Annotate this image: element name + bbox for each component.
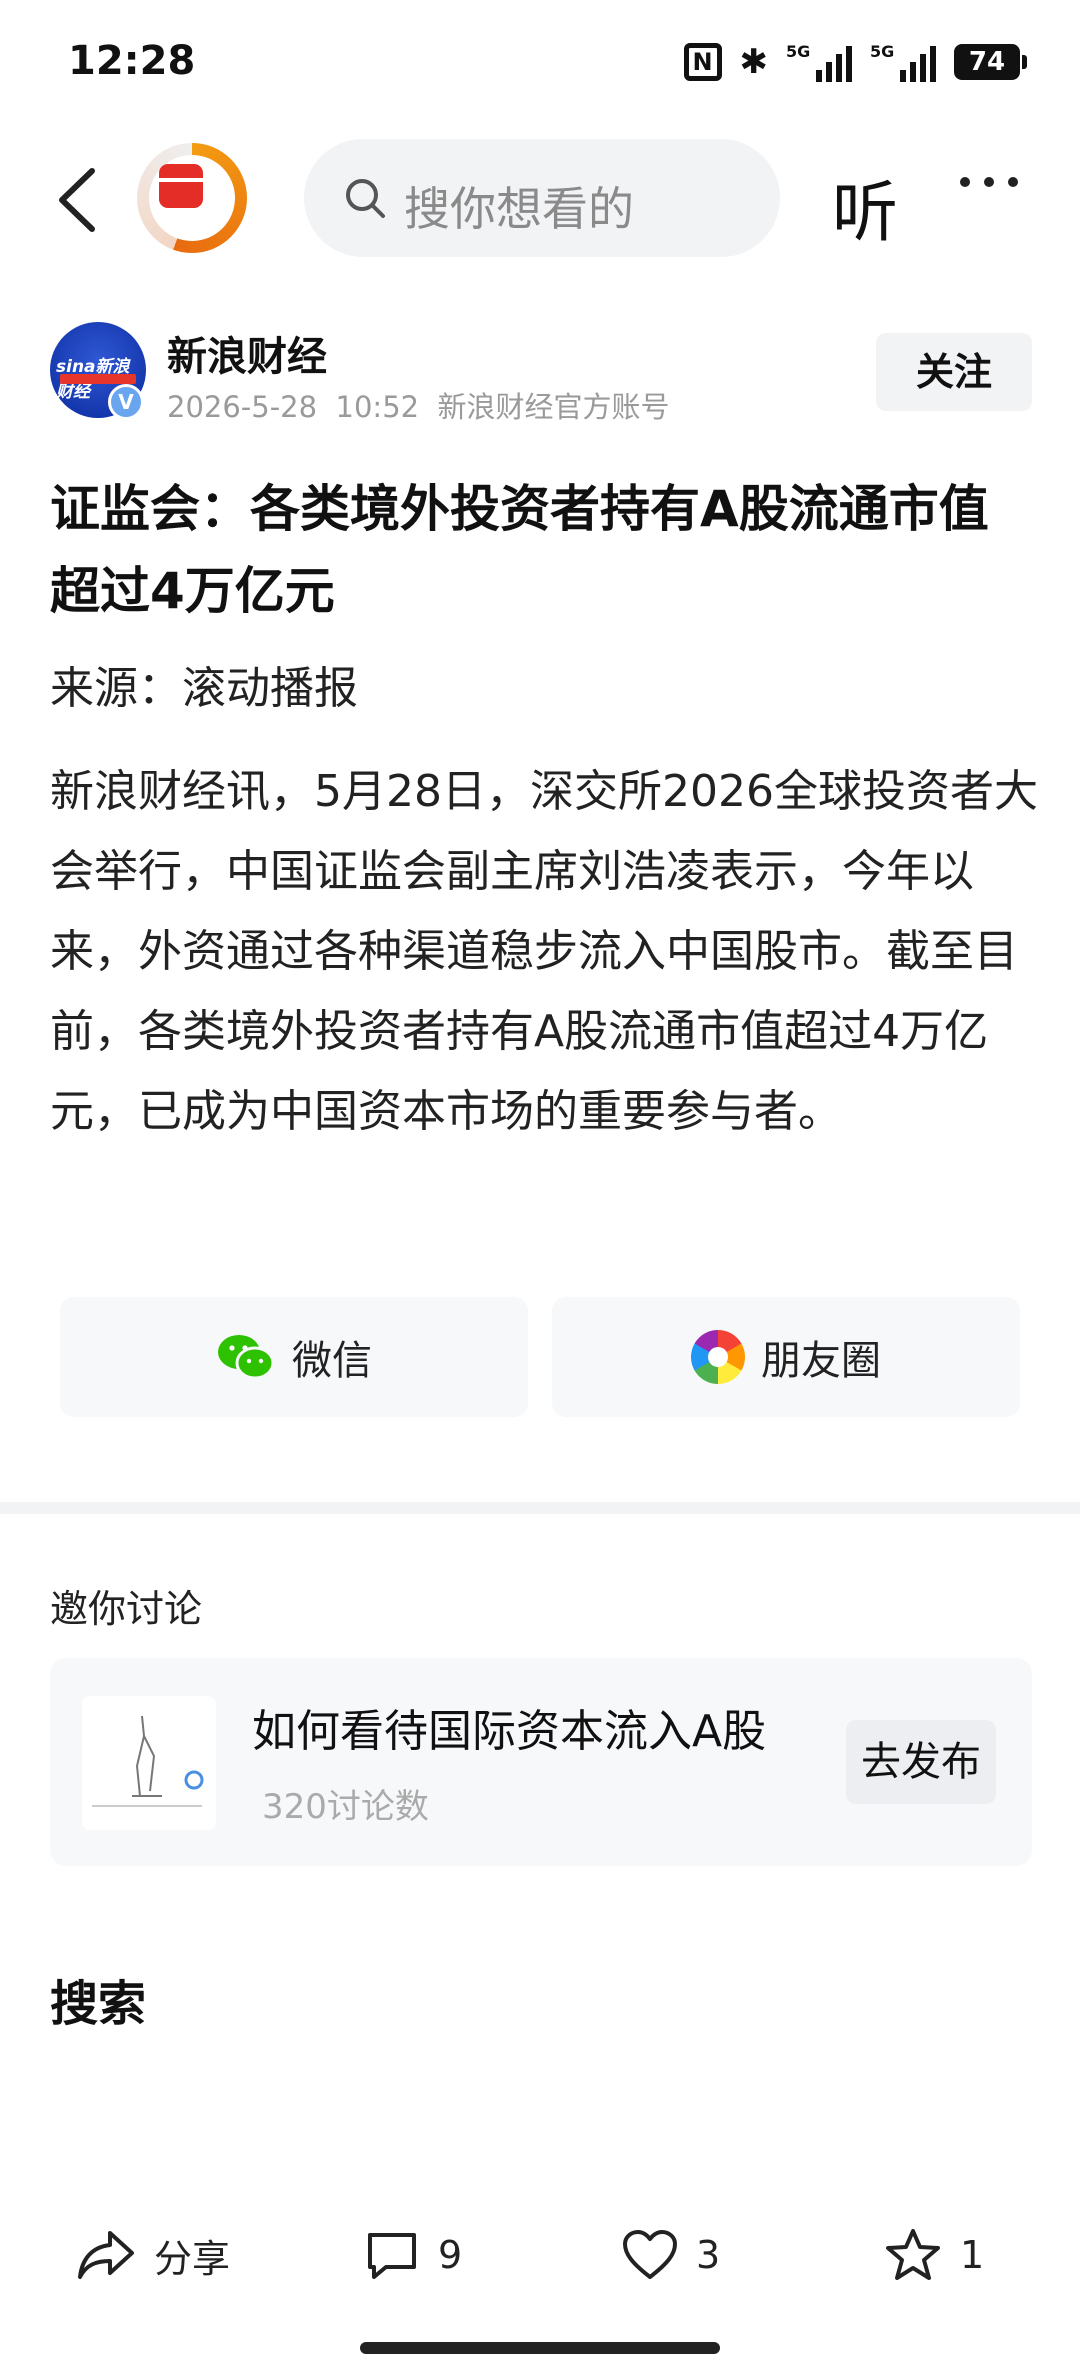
app-logo[interactable] — [137, 143, 247, 253]
discussion-topic-text: 如何看待国际资本流入A股 — [252, 1706, 767, 1757]
more-options-button[interactable] — [960, 177, 1018, 187]
sketch-image-icon — [92, 1715, 204, 1807]
dot-icon — [960, 177, 970, 187]
comment-button[interactable]: 9 — [364, 2210, 462, 2300]
signal-label: 5G — [786, 42, 811, 61]
share-moments-label: 朋友圈 — [761, 1338, 881, 1384]
status-time: 12:28 — [68, 38, 196, 84]
account-type: 新浪财经官方账号 — [437, 390, 670, 424]
article-source: 来源：滚动播报 — [50, 663, 358, 714]
discussion-thumbnail — [82, 1696, 216, 1830]
wechat-icon — [218, 1335, 275, 1380]
discussion-heading: 邀你讨论 — [50, 1587, 203, 1631]
like-count: 3 — [696, 2233, 721, 2277]
heart-icon — [623, 2230, 677, 2279]
share-button[interactable]: 分享 — [76, 2210, 230, 2300]
bottom-action-bar: 分享 9 3 1 — [0, 2210, 1080, 2300]
signal-label: 5G — [870, 42, 895, 61]
discussion-count: 320讨论数 — [262, 1787, 429, 1827]
article-title: 证监会：各类境外投资者持有A股流通市值超过4万亿元 — [50, 480, 989, 620]
post-date: 2026-5-28 — [167, 390, 318, 424]
battery-icon: 74 — [954, 44, 1027, 80]
verified-badge-icon: V — [108, 384, 144, 420]
bluetooth-icon: ✱ — [739, 42, 769, 82]
article-body: 新浪财经讯，5月28日，深交所2026全球投资者大会举行，中国证监会副主席刘浩凌… — [50, 766, 1038, 1137]
search-placeholder: 搜你想看的 — [404, 182, 634, 236]
like-button[interactable]: 3 — [622, 2210, 720, 2300]
search-input[interactable]: 搜你想看的 — [304, 139, 780, 257]
share-icon — [78, 2231, 134, 2279]
status-bar: 12:28 N ✱ 5G 5G 74 — [0, 0, 1080, 120]
home-indicator[interactable] — [360, 2342, 720, 2354]
top-nav: 搜你想看的 听 — [0, 135, 1080, 260]
search-icon — [346, 179, 385, 218]
post-time: 10:52 — [335, 390, 420, 424]
signal-icon: 5G — [870, 42, 936, 82]
comment-count: 9 — [438, 2233, 463, 2277]
publish-button[interactable]: 去发布 — [846, 1720, 996, 1804]
discussion-card[interactable]: 如何看待国际资本流入A股 320讨论数 去发布 — [50, 1658, 1032, 1866]
star-icon — [886, 2229, 940, 2280]
favorite-button[interactable]: 1 — [884, 2210, 984, 2300]
chevron-left-icon — [59, 168, 95, 232]
author-meta: 2026-5-28 10:52 新浪财经官方账号 — [167, 384, 670, 426]
follow-button[interactable]: 关注 — [876, 333, 1032, 411]
share-wechat-label: 微信 — [292, 1338, 372, 1384]
dot-icon — [984, 177, 994, 187]
red-envelope-icon — [159, 164, 203, 208]
moments-icon — [691, 1330, 745, 1384]
dot-icon — [1008, 177, 1018, 187]
signal-icon: 5G — [786, 42, 852, 82]
listen-button[interactable]: 听 — [832, 159, 898, 255]
search-section-heading: 搜索 — [50, 1976, 147, 2032]
share-moments-button[interactable]: 朋友圈 — [552, 1297, 1020, 1417]
share-wechat-button[interactable]: 微信 — [60, 1297, 528, 1417]
author-name[interactable]: 新浪财经 — [167, 324, 327, 382]
favorite-count: 1 — [960, 2233, 985, 2277]
share-label: 分享 — [154, 2236, 231, 2281]
section-divider — [0, 1502, 1080, 1514]
comment-icon — [368, 2233, 416, 2279]
nfc-icon: N — [683, 43, 722, 81]
status-icons: N ✱ 5G 5G 74 — [683, 40, 1027, 84]
discussion-topic: 如何看待国际资本流入A股 320讨论数 — [252, 1696, 792, 1843]
back-button[interactable] — [50, 165, 110, 235]
